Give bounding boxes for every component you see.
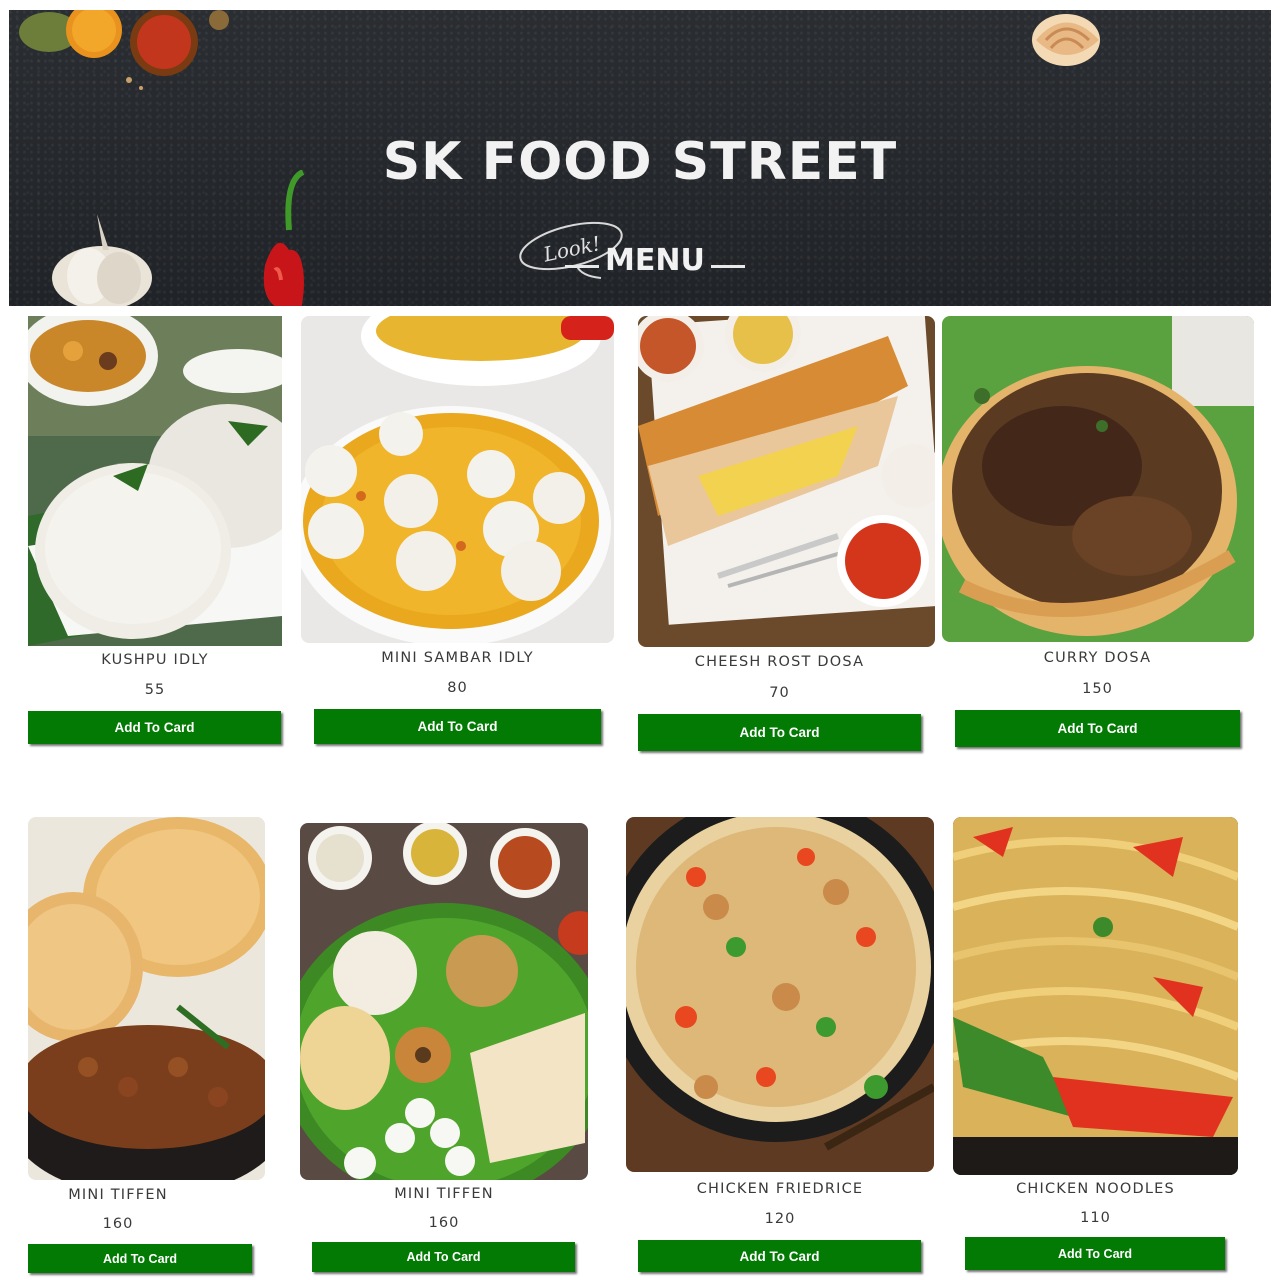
- menu-banner: SK FOOD STREET Look! MENU: [9, 10, 1271, 306]
- food-name: MINI TIFFEN: [394, 1186, 494, 1202]
- add-to-card-button[interactable]: Add To Card: [28, 1244, 252, 1273]
- food-name: CHICKEN FRIEDRICE: [696, 1181, 864, 1197]
- add-to-card-button[interactable]: Add To Card: [312, 1242, 575, 1272]
- add-to-card-button[interactable]: Add To Card: [638, 714, 921, 751]
- food-image-noodles: [953, 817, 1238, 1175]
- menu-divider-right: [711, 265, 745, 268]
- food-price: 160: [428, 1215, 460, 1231]
- shell-pasta-decoration: [1032, 14, 1100, 66]
- food-name: KUSHPU IDLY: [101, 652, 209, 668]
- food-price: 120: [764, 1211, 796, 1227]
- add-to-card-button[interactable]: Add To Card: [638, 1240, 921, 1272]
- food-image-idly: [28, 316, 282, 646]
- garlic-decoration: [52, 214, 152, 306]
- add-to-card-button[interactable]: Add To Card: [314, 709, 601, 744]
- menu-divider-left: [565, 265, 599, 268]
- food-price: 80: [447, 680, 468, 696]
- food-image-fried-rice: [626, 817, 934, 1172]
- food-image-puri-chana: [28, 817, 265, 1180]
- look-text: Look!: [540, 231, 602, 267]
- food-name: MINI SAMBAR IDLY: [381, 650, 534, 666]
- food-price: 150: [1082, 681, 1113, 697]
- food-name: MINI TIFFEN: [68, 1187, 168, 1203]
- food-image-sambar-idly: [301, 316, 614, 643]
- food-price: 160: [102, 1216, 134, 1232]
- food-image-curry-dosa: [942, 316, 1254, 642]
- food-name: CURRY DOSA: [1043, 650, 1152, 666]
- menu-heading: MENU: [605, 243, 705, 278]
- food-price: 70: [769, 685, 790, 701]
- add-to-card-button[interactable]: Add To Card: [955, 710, 1240, 747]
- page-title: SK FOOD STREET: [382, 132, 898, 192]
- spice-bowls-decoration: [19, 10, 229, 90]
- food-price: 55: [144, 682, 166, 698]
- add-to-card-button[interactable]: Add To Card: [28, 711, 281, 744]
- food-name: CHEESH ROST DOSA: [694, 654, 865, 670]
- food-image-tiffin-thali: [300, 823, 588, 1180]
- add-to-card-button[interactable]: Add To Card: [965, 1237, 1225, 1270]
- food-name: CHICKEN NOODLES: [1016, 1181, 1175, 1197]
- food-price: 110: [1080, 1210, 1111, 1226]
- food-image-dosa: [638, 316, 935, 647]
